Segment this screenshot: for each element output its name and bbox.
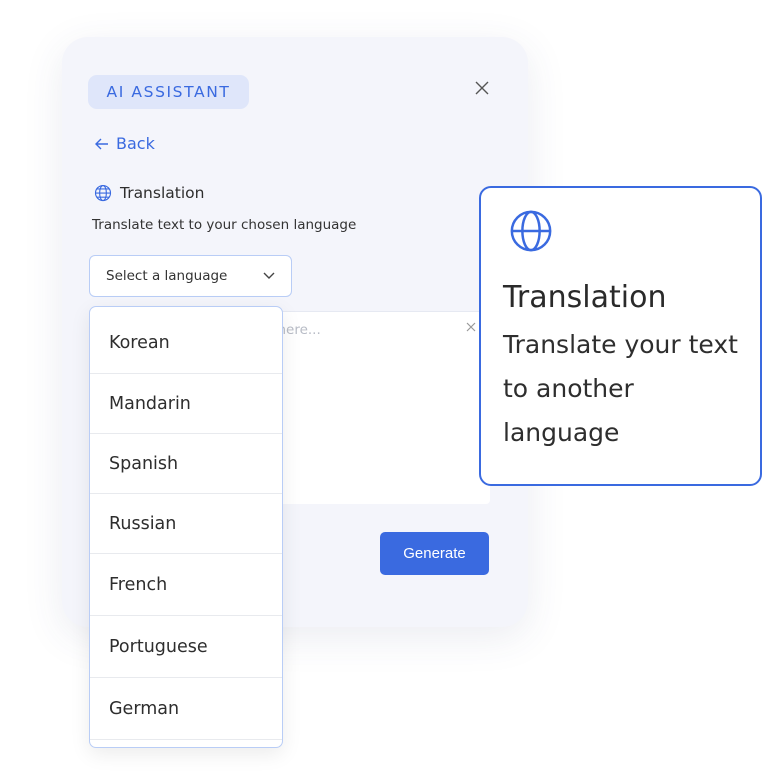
card-title: Translation: [503, 280, 667, 315]
language-option[interactable]: Portuguese: [90, 616, 282, 678]
tool-description: Translate text to your chosen language: [92, 217, 357, 233]
language-option[interactable]: Spanish: [90, 434, 282, 494]
globe-icon: [510, 210, 552, 252]
translation-feature-card: Translation Translate your text to anoth…: [479, 186, 762, 486]
language-option[interactable]: German: [90, 678, 282, 740]
language-dropdown: Korean Mandarin Spanish Russian French P…: [89, 306, 283, 748]
language-select[interactable]: Select a language: [89, 255, 292, 297]
globe-icon: [94, 184, 112, 202]
generate-button[interactable]: Generate: [380, 532, 489, 575]
arrow-left-icon: [95, 138, 108, 149]
chevron-down-icon: [263, 272, 275, 279]
back-link[interactable]: Back: [94, 134, 155, 153]
card-description: Translate your text to another language: [503, 330, 738, 447]
text-input[interactable]: Enter text here...: [206, 311, 490, 504]
ai-assistant-badge: AI ASSISTANT: [88, 75, 249, 109]
language-option[interactable]: Korean: [90, 307, 282, 374]
language-option[interactable]: Russian: [90, 494, 282, 554]
select-placeholder: Select a language: [106, 268, 228, 284]
close-icon[interactable]: [473, 79, 491, 97]
tool-heading: Translation: [94, 184, 204, 202]
language-option[interactable]: French: [90, 554, 282, 616]
language-option[interactable]: Mandarin: [90, 374, 282, 434]
clear-icon[interactable]: [466, 322, 476, 332]
tool-title: Translation: [120, 184, 205, 202]
back-label: Back: [116, 134, 155, 153]
